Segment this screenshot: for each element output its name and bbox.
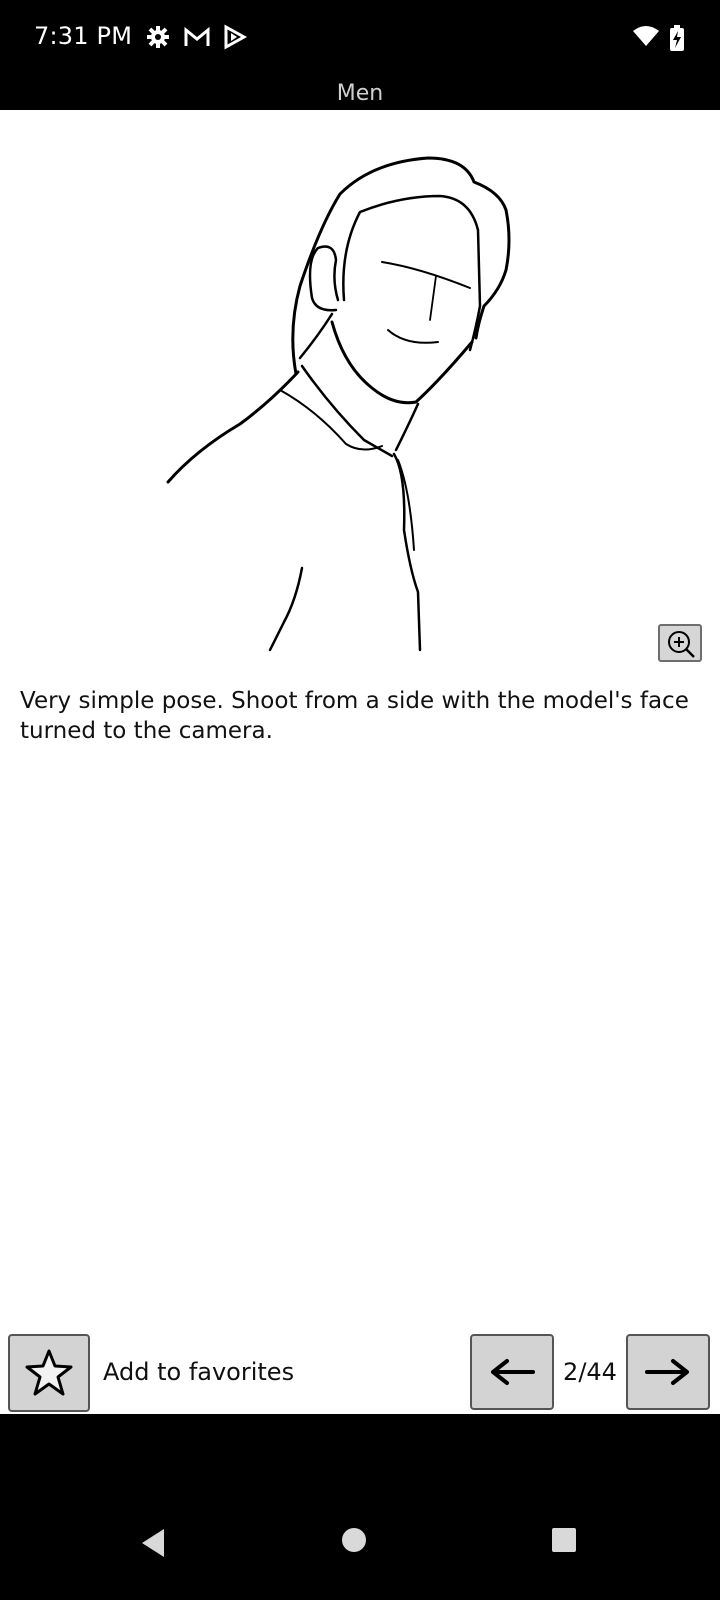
back-button[interactable]	[138, 1526, 174, 1562]
page-counter: 2/44	[563, 1358, 617, 1386]
gear-icon	[145, 24, 173, 52]
gmail-icon	[183, 24, 211, 52]
play-store-icon	[222, 24, 250, 52]
status-time: 7:31 PM	[34, 22, 133, 50]
arrow-left-icon	[491, 1359, 535, 1385]
pose-content: Very simple pose. Shoot from a side with…	[0, 110, 720, 1414]
add-to-favorites-button[interactable]	[8, 1334, 90, 1412]
page-title: Men	[336, 81, 384, 106]
previous-pose-button[interactable]	[470, 1334, 554, 1410]
recents-square-icon	[552, 1528, 576, 1552]
arrow-right-icon	[645, 1359, 689, 1385]
status-bar: 7:31 PM	[0, 0, 720, 78]
next-pose-button[interactable]	[626, 1334, 710, 1410]
back-triangle-icon	[142, 1529, 164, 1557]
wifi-icon	[632, 24, 660, 52]
home-circle-icon	[342, 1528, 366, 1552]
system-navigation-bar	[0, 1414, 720, 1600]
pose-sketch-image	[166, 156, 511, 652]
title-bar: Men	[0, 78, 720, 110]
star-icon	[25, 1349, 73, 1396]
pose-description: Very simple pose. Shoot from a side with…	[20, 688, 689, 744]
home-button[interactable]	[340, 1526, 376, 1562]
add-to-favorites-label[interactable]: Add to favorites	[103, 1358, 294, 1386]
zoom-in-icon	[668, 631, 695, 658]
zoom-button[interactable]	[658, 624, 702, 662]
recents-button[interactable]	[550, 1526, 586, 1562]
battery-charging-icon	[668, 24, 686, 52]
